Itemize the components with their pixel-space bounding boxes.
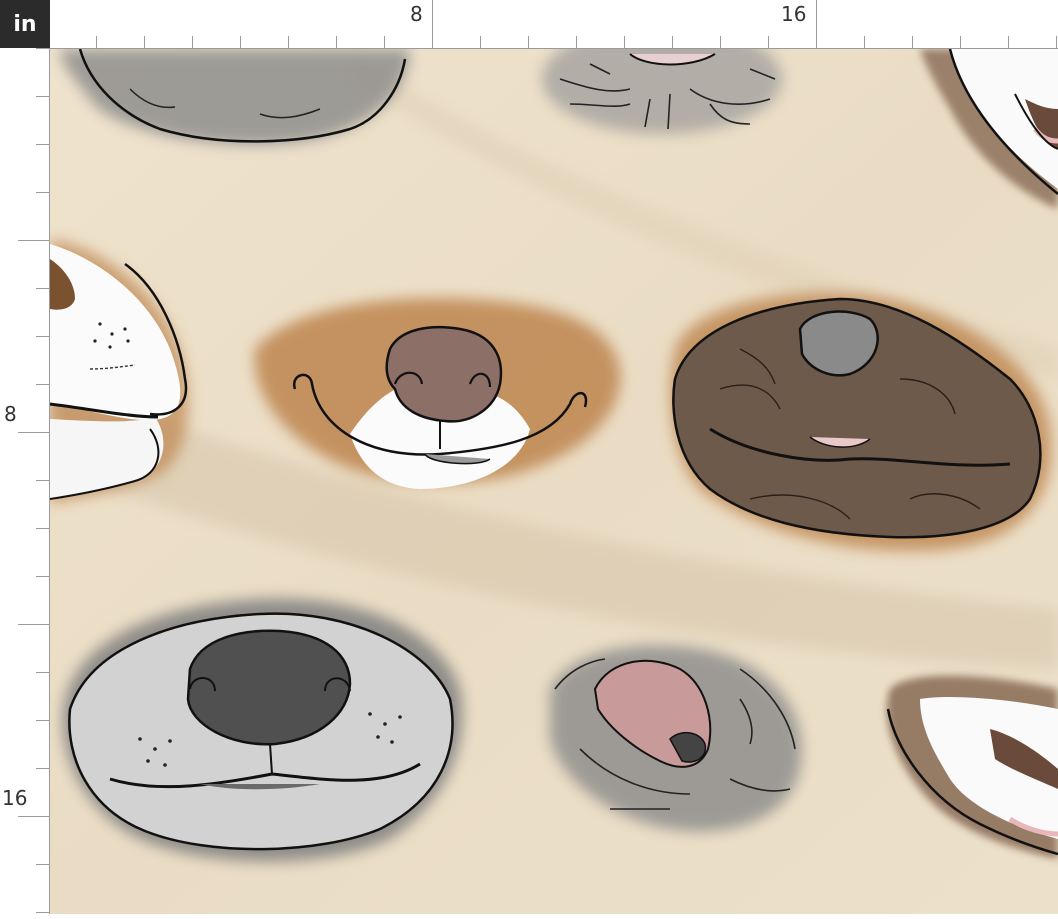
vertical-ruler: 8 16 xyxy=(0,48,50,914)
top-ruler-label-16: 16 xyxy=(781,2,807,26)
left-ruler-label-8: 8 xyxy=(4,402,17,426)
fabric-pattern xyxy=(50,49,1058,914)
unit-label: in xyxy=(0,0,50,48)
left-ruler-label-16: 16 xyxy=(2,786,28,810)
fabric-preview xyxy=(50,49,1058,914)
horizontal-ruler: 8 16 xyxy=(50,0,1058,49)
gray-muzzle-bottom-left xyxy=(62,598,463,862)
vertical-ruler-ticks xyxy=(18,48,49,913)
horizontal-ruler-ticks xyxy=(96,0,1057,48)
top-ruler-label-8: 8 xyxy=(410,2,423,26)
